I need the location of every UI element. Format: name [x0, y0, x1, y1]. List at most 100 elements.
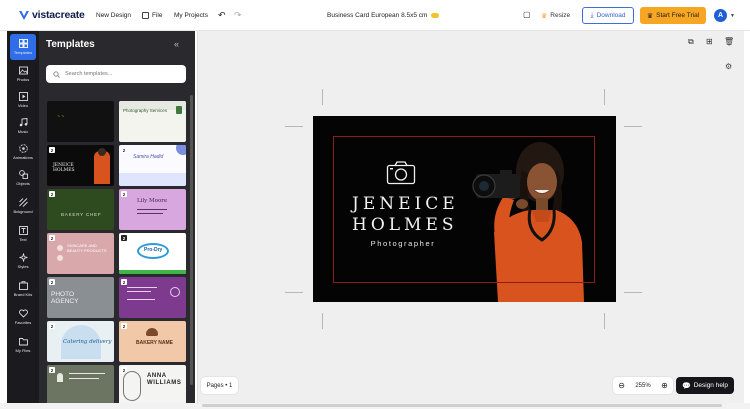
template-thumbnail[interactable]: 2 [47, 365, 114, 406]
template-thumbnail[interactable]: 2 PHOTO AGENCY [47, 277, 114, 318]
chat-icon: 💬 [681, 382, 691, 390]
search-input[interactable] [65, 71, 175, 77]
rail-label: Objects [16, 181, 30, 186]
download-button[interactable]: ⤓ Download [582, 7, 634, 24]
page-count-badge: 2 [49, 367, 55, 373]
rail-label: Animations [13, 155, 33, 160]
document-title[interactable]: Business Card European 8.5x5 cm [327, 12, 440, 19]
redo-icon[interactable]: ↷ [234, 10, 242, 21]
logo-mark-icon [19, 10, 29, 20]
rail-label: My Files [15, 348, 31, 353]
vistacreate-logo[interactable]: vistacreate [19, 9, 85, 21]
page-count-badge: 2 [49, 147, 55, 153]
page-count-badge: 2 [49, 279, 55, 285]
thumbnail-text: Catering delivery [63, 339, 112, 345]
rail-item-templates[interactable]: Templates [10, 34, 36, 60]
rail-item-objects[interactable]: Objects [7, 170, 39, 186]
crop-mark [285, 292, 303, 293]
template-thumbnail[interactable]: 2 Catering delivery [47, 321, 114, 362]
start-free-trial-button[interactable]: ♛ Start Free Trial [640, 7, 706, 24]
folder-icon [18, 338, 28, 346]
rail-label: Music [17, 129, 29, 134]
start-trial-label: Start Free Trial [656, 12, 700, 19]
my-projects-button[interactable]: My Projects [174, 12, 208, 19]
rail-item-favorites[interactable]: Favorites [7, 309, 39, 325]
avatar[interactable]: A [714, 9, 727, 22]
search-box[interactable] [46, 65, 186, 83]
logo-text: vistacreate [32, 9, 85, 21]
rail-item-brand-kits[interactable]: Brand Kits [7, 281, 39, 297]
trash-icon[interactable]: 🗑 [724, 37, 734, 46]
page-count-badge: 2 [49, 235, 55, 241]
crop-mark [604, 313, 605, 329]
undo-icon[interactable]: ↶ [218, 10, 226, 21]
camera-icon[interactable] [386, 160, 416, 185]
rail-item-animations[interactable]: Animations [7, 144, 39, 160]
collapse-panel-icon[interactable]: « [174, 39, 179, 49]
brand-kits-icon [18, 281, 28, 290]
rail-item-video[interactable]: Video [7, 92, 39, 108]
rail-label: Styles [17, 264, 29, 269]
panel-title: Templates [46, 39, 95, 50]
text-icon [18, 226, 28, 235]
template-thumbnail[interactable]: 2 BAKERY NAME [119, 321, 186, 362]
card-role[interactable]: Photographer [358, 239, 448, 248]
template-thumbnail[interactable]: 2 JENEICE HOLMES [47, 145, 114, 186]
templates-panel: Templates « ~ ~ Photography Services 2 J… [39, 31, 195, 406]
template-thumbnail[interactable]: 2 [119, 277, 186, 318]
rail-label: Video [17, 103, 29, 108]
template-thumbnail[interactable]: 2 SKINCARE AND BEAUTY PRODUCTS [47, 233, 114, 274]
rail-item-styles[interactable]: Styles [7, 253, 39, 269]
animations-icon [18, 144, 28, 153]
resize-button[interactable]: ♛ Resize [541, 8, 570, 23]
horizontal-scrollbar[interactable] [202, 404, 722, 407]
thumbnail-text: Pro-Dry [144, 247, 163, 253]
styles-icon [18, 253, 28, 262]
template-thumbnail[interactable]: 2 Pro-Dry [119, 233, 186, 274]
file-menu-button[interactable]: File [142, 12, 162, 19]
crop-mark [604, 89, 605, 105]
card-name[interactable]: JENEICE HOLMES [352, 194, 455, 236]
panel-scrollbar[interactable] [190, 95, 193, 385]
add-page-icon[interactable]: ⊞ [706, 37, 713, 46]
template-thumbnail[interactable]: Photography Services [119, 101, 186, 142]
template-thumbnail[interactable]: ~ ~ [47, 101, 114, 142]
rail-label: Text [19, 237, 27, 242]
template-thumbnail[interactable]: 2 BAKERY CHEF [47, 189, 114, 230]
rail-item-my-files[interactable]: My Files [7, 337, 39, 353]
rail-label: Brand Kits [13, 292, 33, 297]
duplicate-page-icon[interactable]: ⧉ [688, 37, 694, 47]
chevron-down-icon[interactable]: ▼ [730, 13, 735, 19]
zoom-out-icon[interactable]: ⊖ [618, 381, 625, 390]
canvas-divider [197, 31, 198, 403]
thumbnail-decor: ~ ~ [57, 114, 65, 120]
comment-icon[interactable]: ▢ [523, 10, 531, 19]
design-help-button[interactable]: 💬 Design help [676, 377, 734, 394]
template-thumbnail[interactable]: 2 ANNA WILLIAMS [119, 365, 186, 406]
rail-item-text[interactable]: Text [7, 226, 39, 242]
cloud-saved-icon [431, 13, 440, 18]
pages-button[interactable]: Pages • 1 [201, 377, 238, 394]
thumbnail-text: BAKERY CHEF [61, 212, 102, 217]
rail-item-background[interactable]: Bckground [7, 198, 39, 214]
zoom-level[interactable]: 255% [635, 383, 650, 389]
design-help-label: Design help [693, 382, 729, 389]
canvas-edge [744, 31, 750, 403]
resize-label: Resize [550, 12, 571, 19]
crop-mark [624, 292, 642, 293]
template-thumbnail[interactable]: 2 Samira Hadid [119, 145, 186, 186]
thumbnail-text: PHOTO AGENCY [51, 291, 79, 306]
background-icon [18, 198, 28, 207]
file-label: File [152, 12, 163, 19]
rail-item-photos[interactable]: Photos [7, 66, 39, 82]
thumbnail-text: ANNA WILLIAMS [147, 373, 182, 386]
template-thumbnail[interactable]: 2 Lily Moore [119, 189, 186, 230]
zoom-in-icon[interactable]: ⊕ [661, 381, 668, 390]
rail-label: Photos [16, 77, 30, 82]
rail-item-music[interactable]: Music [7, 118, 39, 134]
crop-mark [285, 126, 303, 127]
download-label: Download [596, 12, 626, 19]
page-count-badge: 2 [121, 191, 127, 197]
new-design-button[interactable]: New Design [96, 12, 131, 19]
gear-icon[interactable]: ⚙ [725, 62, 732, 71]
